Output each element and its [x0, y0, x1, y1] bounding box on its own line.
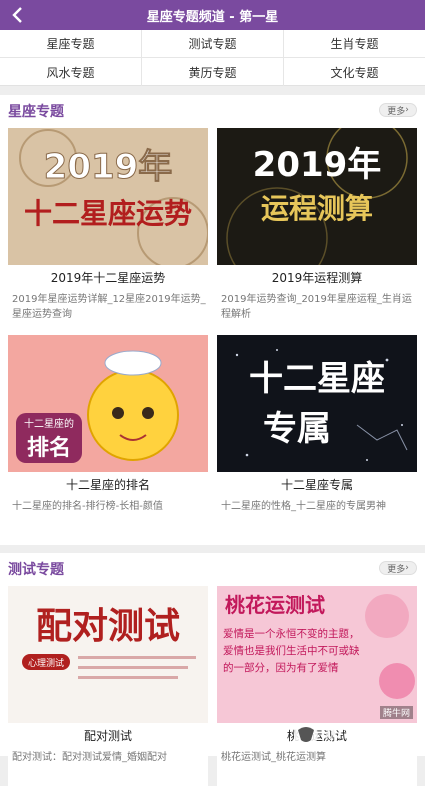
card-thumbnail: 桃花运测试 爱情是一个永恒不变的主题，爱情也是我们生活中不可或缺的一部分，因为有…: [217, 586, 417, 723]
watermark-site: 腾牛网: [380, 706, 413, 719]
thumb-line1: 桃花运测试: [225, 593, 325, 617]
card-desc: 配对测试：配对测试爱情_婚姻配对: [12, 750, 208, 780]
section-header: 星座专题 更多›: [0, 95, 425, 125]
more-button[interactable]: 更多›: [379, 103, 417, 117]
nav-item-zodiac[interactable]: 生肖专题: [284, 30, 425, 58]
section-divider: [0, 87, 425, 95]
thumb-line2: 十二星座运势: [24, 197, 192, 230]
nav-item-culture[interactable]: 文化专题: [284, 58, 425, 86]
card-title: 十二星座专属: [217, 476, 417, 493]
card-zodiac-ranking[interactable]: 十二星座的 排名 十二星座的排名 十二星座的排名-排行榜-长相-颜值: [8, 335, 208, 535]
bull-logo-icon: [291, 720, 321, 750]
thumb-line2: 运程测算: [261, 192, 373, 225]
category-grid: 星座专题 测试专题 生肖专题 风水专题 黄历专题 文化专题: [0, 30, 425, 86]
thumb-line1: 配对测试: [36, 605, 180, 647]
thumb-line1: 2019年: [253, 145, 382, 185]
section-header: 测试专题 更多›: [0, 553, 425, 583]
thumb-line1: 十二星座: [249, 359, 385, 399]
nav-item-tests[interactable]: 测试专题: [142, 30, 284, 58]
card-thumbnail: 十二星座 专属: [217, 335, 417, 472]
thumb-caption: 爱情是一个永恒不变的主题，爱情也是我们生活中不可或缺的一部分，因为有了爱情: [223, 626, 363, 677]
card-desc: 2019年运势查询_2019年星座运程_生肖运程解析: [221, 292, 417, 322]
card-thumbnail: 2019年 运程测算: [217, 128, 417, 265]
card-thumbnail: 2019年 十二星座运势: [8, 128, 208, 265]
card-horoscope-2019[interactable]: 2019年 十二星座运势 2019年十二星座运势 2019年星座运势详解_12星…: [8, 128, 208, 328]
card-title: 配对测试: [8, 727, 208, 744]
more-button[interactable]: 更多›: [379, 561, 417, 575]
nav-item-fengshui[interactable]: 风水专题: [0, 58, 142, 86]
card-desc: 桃花运测试_桃花运测算: [221, 750, 417, 780]
card-title: 十二星座的排名: [8, 476, 208, 493]
section-title: 星座专题: [8, 101, 64, 121]
thumb-line2: 排名: [27, 435, 71, 461]
nav-item-almanac[interactable]: 黄历专题: [142, 58, 284, 86]
thumb-line2: 专属: [263, 409, 331, 449]
back-arrow-icon[interactable]: [8, 5, 28, 25]
card-title: 2019年运程测算: [217, 269, 417, 286]
section-title: 测试专题: [8, 559, 64, 579]
card-fortune-2019[interactable]: 2019年 运程测算 2019年运程测算 2019年运势查询_2019年星座运程…: [217, 128, 417, 328]
nav-item-astrology[interactable]: 星座专题: [0, 30, 142, 58]
page-title: 星座专题频道 - 第一星: [147, 6, 278, 25]
watermark-brand: aoTN.com: [321, 722, 408, 743]
thumb-line1: 十二星座的: [24, 417, 74, 430]
thumb-line1: 2019年: [44, 147, 173, 187]
card-title: 2019年十二星座运势: [8, 269, 208, 286]
card-zodiac-exclusive[interactable]: 十二星座 专属 十二星座专属 十二星座的性格_十二星座的专属男神: [217, 335, 417, 535]
thumb-line2: 心理测试: [28, 657, 64, 669]
card-peach-blossom-test[interactable]: 桃花运测试 爱情是一个永恒不变的主题，爱情也是我们生活中不可或缺的一部分，因为有…: [217, 586, 417, 786]
card-desc: 2019年星座运势详解_12星座2019年运势_星座运势查询: [12, 292, 208, 322]
card-match-test[interactable]: 配对测试 心理测试 配对测试 配对测试：配对测试爱情_婚姻配对: [8, 586, 208, 786]
section-astrology: 星座专题 更多› 2019年 十二星座运势 2019年十二星座运势 2019年星…: [0, 95, 425, 545]
card-thumbnail: 十二星座的 排名: [8, 335, 208, 472]
section-divider: [0, 545, 425, 553]
card-desc: 十二星座的排名-排行榜-长相-颜值: [12, 499, 208, 529]
top-bar: 星座专题频道 - 第一星: [0, 0, 425, 30]
watermark: aoTN.com 腾牛网: [291, 718, 419, 752]
card-thumbnail: 配对测试 心理测试: [8, 586, 208, 723]
card-desc: 十二星座的性格_十二星座的专属男神: [221, 499, 417, 529]
